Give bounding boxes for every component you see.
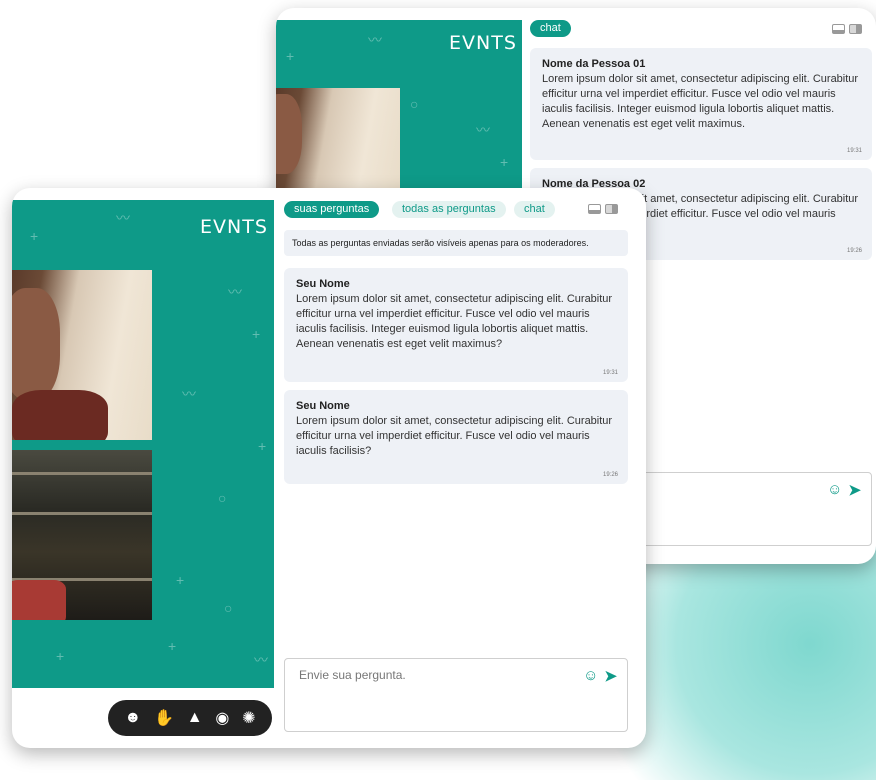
decor-plus: + — [286, 48, 295, 64]
decor-plus: + — [168, 638, 177, 654]
question-input-box: ☺ ➤ — [284, 658, 628, 732]
emoji-icon[interactable]: ☺ — [583, 667, 598, 685]
layout-side-icon[interactable] — [849, 24, 862, 34]
chat-message: Nome da Pessoa 01 Lorem ipsum dolor sit … — [530, 48, 872, 160]
question-author: Seu Nome — [296, 278, 350, 290]
participant-video-1 — [12, 270, 152, 440]
message-time: 19:26 — [846, 248, 862, 254]
thumbs-up-icon[interactable]: ▲ — [187, 709, 203, 727]
question-text: Lorem ipsum dolor sit amet, consectetur … — [296, 293, 613, 350]
question-time: 19:31 — [602, 370, 618, 376]
video-panel: + 〰 〰 + 〰 + ○ + ○ + + 〰 EVNTS — [12, 200, 274, 688]
moderation-notice: Todas as perguntas enviadas serão visíve… — [284, 230, 628, 256]
surprised-icon[interactable]: ◉ — [215, 708, 229, 728]
decor-wave: 〰 — [368, 32, 382, 48]
message-author: Nome da Pessoa 01 — [542, 58, 646, 70]
smile-icon[interactable]: ☻ — [124, 709, 141, 727]
decor-wave: 〰 — [228, 284, 242, 300]
decor-wave: 〰 — [182, 386, 196, 402]
party-icon[interactable]: ✺ — [242, 708, 255, 728]
participant-face — [276, 94, 302, 174]
message-time: 19:31 — [846, 148, 862, 154]
decor-plus: + — [176, 572, 185, 588]
question-time: 19:26 — [602, 472, 618, 478]
message-text: Lorem ipsum dolor sit amet, consectetur … — [542, 73, 859, 130]
layout-side-icon[interactable] — [605, 204, 618, 214]
question-author: Seu Nome — [296, 400, 350, 412]
participant-shirt — [12, 580, 66, 620]
question-text: Lorem ipsum dolor sit amet, consectetur … — [296, 415, 613, 457]
decor-plus: + — [500, 154, 509, 170]
tab-chat[interactable]: chat — [514, 201, 555, 218]
layout-bottom-icon[interactable] — [832, 24, 845, 34]
decor-plus: + — [258, 438, 267, 454]
reactions-bar: ☻ ✋ ▲ ◉ ✺ — [108, 700, 272, 736]
evnts-logo: EVNTS — [200, 216, 268, 238]
send-icon[interactable]: ➤ — [604, 667, 617, 685]
shelf — [12, 472, 152, 475]
input-actions: ☺ ➤ — [827, 481, 861, 499]
decor-wave: 〰 — [476, 122, 490, 138]
emoji-icon[interactable]: ☺ — [827, 481, 842, 499]
question-input[interactable] — [297, 667, 561, 683]
participant-shirt — [12, 390, 108, 440]
layout-bottom-icon[interactable] — [588, 204, 601, 214]
decor-plus: + — [30, 228, 39, 244]
decor-circle: ○ — [224, 600, 233, 616]
video-panel: + 〰 〰 + ○ EVNTS — [276, 20, 522, 196]
decor-circle: ○ — [410, 96, 419, 112]
questions-window: + 〰 〰 + 〰 + ○ + ○ + + 〰 EVNTS ☻ ✋ ▲ ◉ ✺ … — [12, 188, 646, 748]
question-card: Seu Nome Lorem ipsum dolor sit amet, con… — [284, 390, 628, 484]
decor-wave: 〰 — [116, 210, 130, 226]
decor-wave: 〰 — [254, 652, 268, 668]
evnts-logo: EVNTS — [449, 32, 517, 54]
shelf — [12, 512, 152, 515]
layout-toggle — [588, 204, 618, 214]
participant-video-2 — [12, 450, 152, 620]
decor-circle: ○ — [218, 490, 227, 506]
participant-face — [12, 288, 60, 400]
input-actions: ☺ ➤ — [583, 667, 617, 685]
question-card: Seu Nome Lorem ipsum dolor sit amet, con… — [284, 268, 628, 382]
send-icon[interactable]: ➤ — [848, 481, 861, 499]
decor-plus: + — [252, 326, 261, 342]
clap-icon[interactable]: ✋ — [154, 708, 174, 728]
participant-video — [276, 88, 400, 196]
layout-toggle — [832, 24, 862, 34]
decor-plus: + — [56, 648, 65, 664]
tab-suas-perguntas[interactable]: suas perguntas — [284, 201, 380, 218]
tab-chat[interactable]: chat — [530, 20, 571, 37]
tab-todas-as-perguntas[interactable]: todas as perguntas — [392, 201, 506, 218]
